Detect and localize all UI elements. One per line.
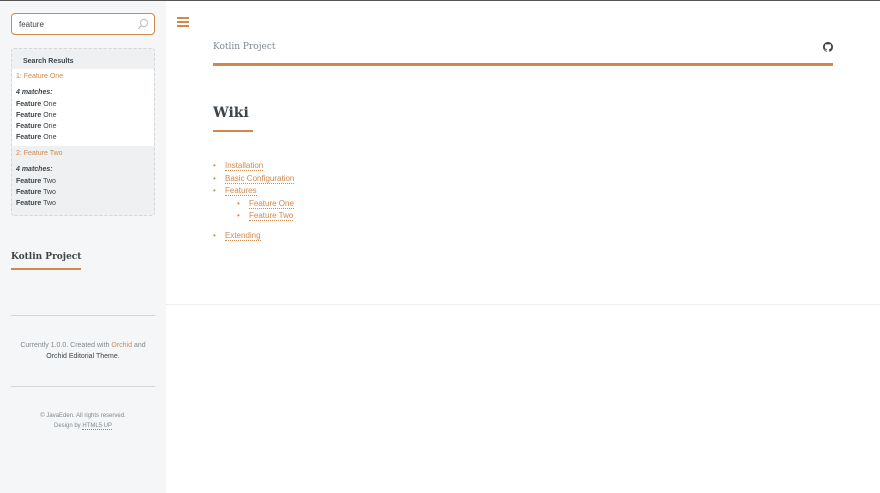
list-item: Extending bbox=[213, 230, 294, 243]
match-snippet: Feature One bbox=[16, 123, 57, 130]
list-item: Feature One bbox=[237, 198, 294, 211]
match-snippet: Feature Two bbox=[16, 189, 56, 196]
match-snippet: Feature One bbox=[16, 112, 57, 119]
sidebar: Search Results 1: Feature One 4 matches:… bbox=[0, 1, 166, 493]
matches-count: 4 matches: bbox=[16, 166, 53, 173]
features-link[interactable]: Features bbox=[225, 186, 257, 196]
search-result-link[interactable]: 1: Feature One bbox=[16, 73, 150, 80]
content-divider bbox=[166, 304, 880, 305]
github-icon[interactable] bbox=[823, 42, 833, 52]
hamburger-menu-icon[interactable] bbox=[177, 17, 189, 29]
search-results-panel: Search Results 1: Feature One 4 matches:… bbox=[11, 48, 155, 216]
match-snippet: Feature One bbox=[16, 134, 57, 141]
match-snippet: Feature Two bbox=[16, 200, 56, 207]
match-snippet: Feature Two bbox=[16, 178, 56, 185]
basic-configuration-link[interactable]: Basic Configuration bbox=[225, 173, 295, 184]
extending-link[interactable]: Extending bbox=[225, 230, 261, 241]
installation-link[interactable]: Installation bbox=[225, 161, 264, 171]
feature-one-link[interactable]: Feature One bbox=[249, 198, 294, 209]
header-accent-bar bbox=[213, 63, 833, 66]
html5up-link[interactable]: HTML5 UP bbox=[82, 423, 113, 430]
divider bbox=[11, 315, 155, 316]
list-item: Feature Two bbox=[237, 210, 294, 223]
list-item: Features Feature One Feature Two bbox=[213, 185, 294, 223]
list-item: Installation bbox=[213, 160, 294, 173]
orchid-editorial-theme-link[interactable]: Orchid Editorial Theme bbox=[46, 353, 117, 360]
search-box bbox=[11, 13, 155, 35]
divider bbox=[11, 386, 155, 387]
header-title[interactable]: Kotlin Project bbox=[213, 42, 275, 52]
matches-count: 4 matches: bbox=[16, 89, 53, 96]
footer-credit: Currently 1.0.0. Created with Orchid and… bbox=[20, 342, 146, 360]
search-icon[interactable] bbox=[137, 18, 149, 30]
list-item: Basic Configuration bbox=[213, 173, 295, 186]
sidebar-title-underline bbox=[11, 268, 81, 270]
orchid-link[interactable]: Orchid bbox=[111, 342, 132, 349]
page-title-underline bbox=[213, 130, 253, 132]
search-result-link[interactable]: 2: Feature Two bbox=[16, 150, 150, 157]
features-sublist: Feature One Feature Two bbox=[237, 198, 294, 223]
search-results-heading: Search Results bbox=[23, 58, 74, 65]
search-result-item: 1: Feature One 4 matches: Feature One Fe… bbox=[12, 69, 154, 146]
page-title: Wiki bbox=[213, 105, 249, 121]
wiki-link-list: Installation Basic Configuration Feature… bbox=[213, 160, 295, 243]
sidebar-title: Kotlin Project bbox=[11, 252, 82, 262]
search-input[interactable] bbox=[12, 14, 154, 34]
footer-copyright: © JavaEden. All rights reserved. Design b… bbox=[40, 413, 126, 430]
feature-two-link[interactable]: Feature Two bbox=[249, 211, 294, 221]
match-snippet: Feature One bbox=[16, 101, 57, 108]
search-result-item: 2: Feature Two 4 matches: Feature Two Fe… bbox=[12, 146, 154, 212]
